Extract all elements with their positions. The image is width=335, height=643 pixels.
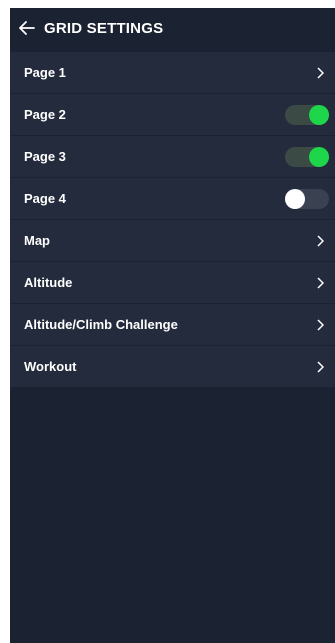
list-item-label: Page 3 <box>24 149 66 164</box>
toggle-knob <box>309 146 329 167</box>
list-item-label: Page 2 <box>24 107 66 122</box>
list-item-altitude[interactable]: Altitude <box>10 262 335 304</box>
page-title: GRID SETTINGS <box>44 19 164 37</box>
list-item-page-3: Page 3 <box>10 136 335 178</box>
list-item-page-1[interactable]: Page 1 <box>10 52 335 94</box>
list-item-label: Altitude/Climb Challenge <box>24 317 178 332</box>
chevron-right-icon <box>313 360 327 374</box>
chevron-right-icon <box>313 234 327 248</box>
settings-list: Page 1 Page 2 Page 3 Page 4 Map Altitude <box>10 52 335 388</box>
arrow-left-icon[interactable] <box>16 17 38 39</box>
chevron-right-icon <box>313 276 327 290</box>
list-item-workout[interactable]: Workout <box>10 346 335 388</box>
page-2-toggle[interactable] <box>285 104 329 125</box>
chevron-right-icon <box>313 318 327 332</box>
list-item-label: Map <box>24 233 50 248</box>
grid-settings-screen: GRID SETTINGS Page 1 Page 2 Page 3 Page … <box>10 8 335 643</box>
list-item-label: Page 1 <box>24 65 66 80</box>
page-4-toggle[interactable] <box>285 188 329 209</box>
page-3-toggle[interactable] <box>285 146 329 167</box>
chevron-right-icon <box>313 66 327 80</box>
list-item-page-2: Page 2 <box>10 94 335 136</box>
list-item-page-4: Page 4 <box>10 178 335 220</box>
header-bar: GRID SETTINGS <box>10 8 335 48</box>
list-item-label: Altitude <box>24 275 73 290</box>
toggle-knob <box>285 188 305 209</box>
list-item-altitude-climb-challenge[interactable]: Altitude/Climb Challenge <box>10 304 335 346</box>
list-item-label: Page 4 <box>24 191 66 206</box>
list-item-label: Workout <box>24 359 77 374</box>
list-item-map[interactable]: Map <box>10 220 335 262</box>
toggle-knob <box>309 104 329 125</box>
